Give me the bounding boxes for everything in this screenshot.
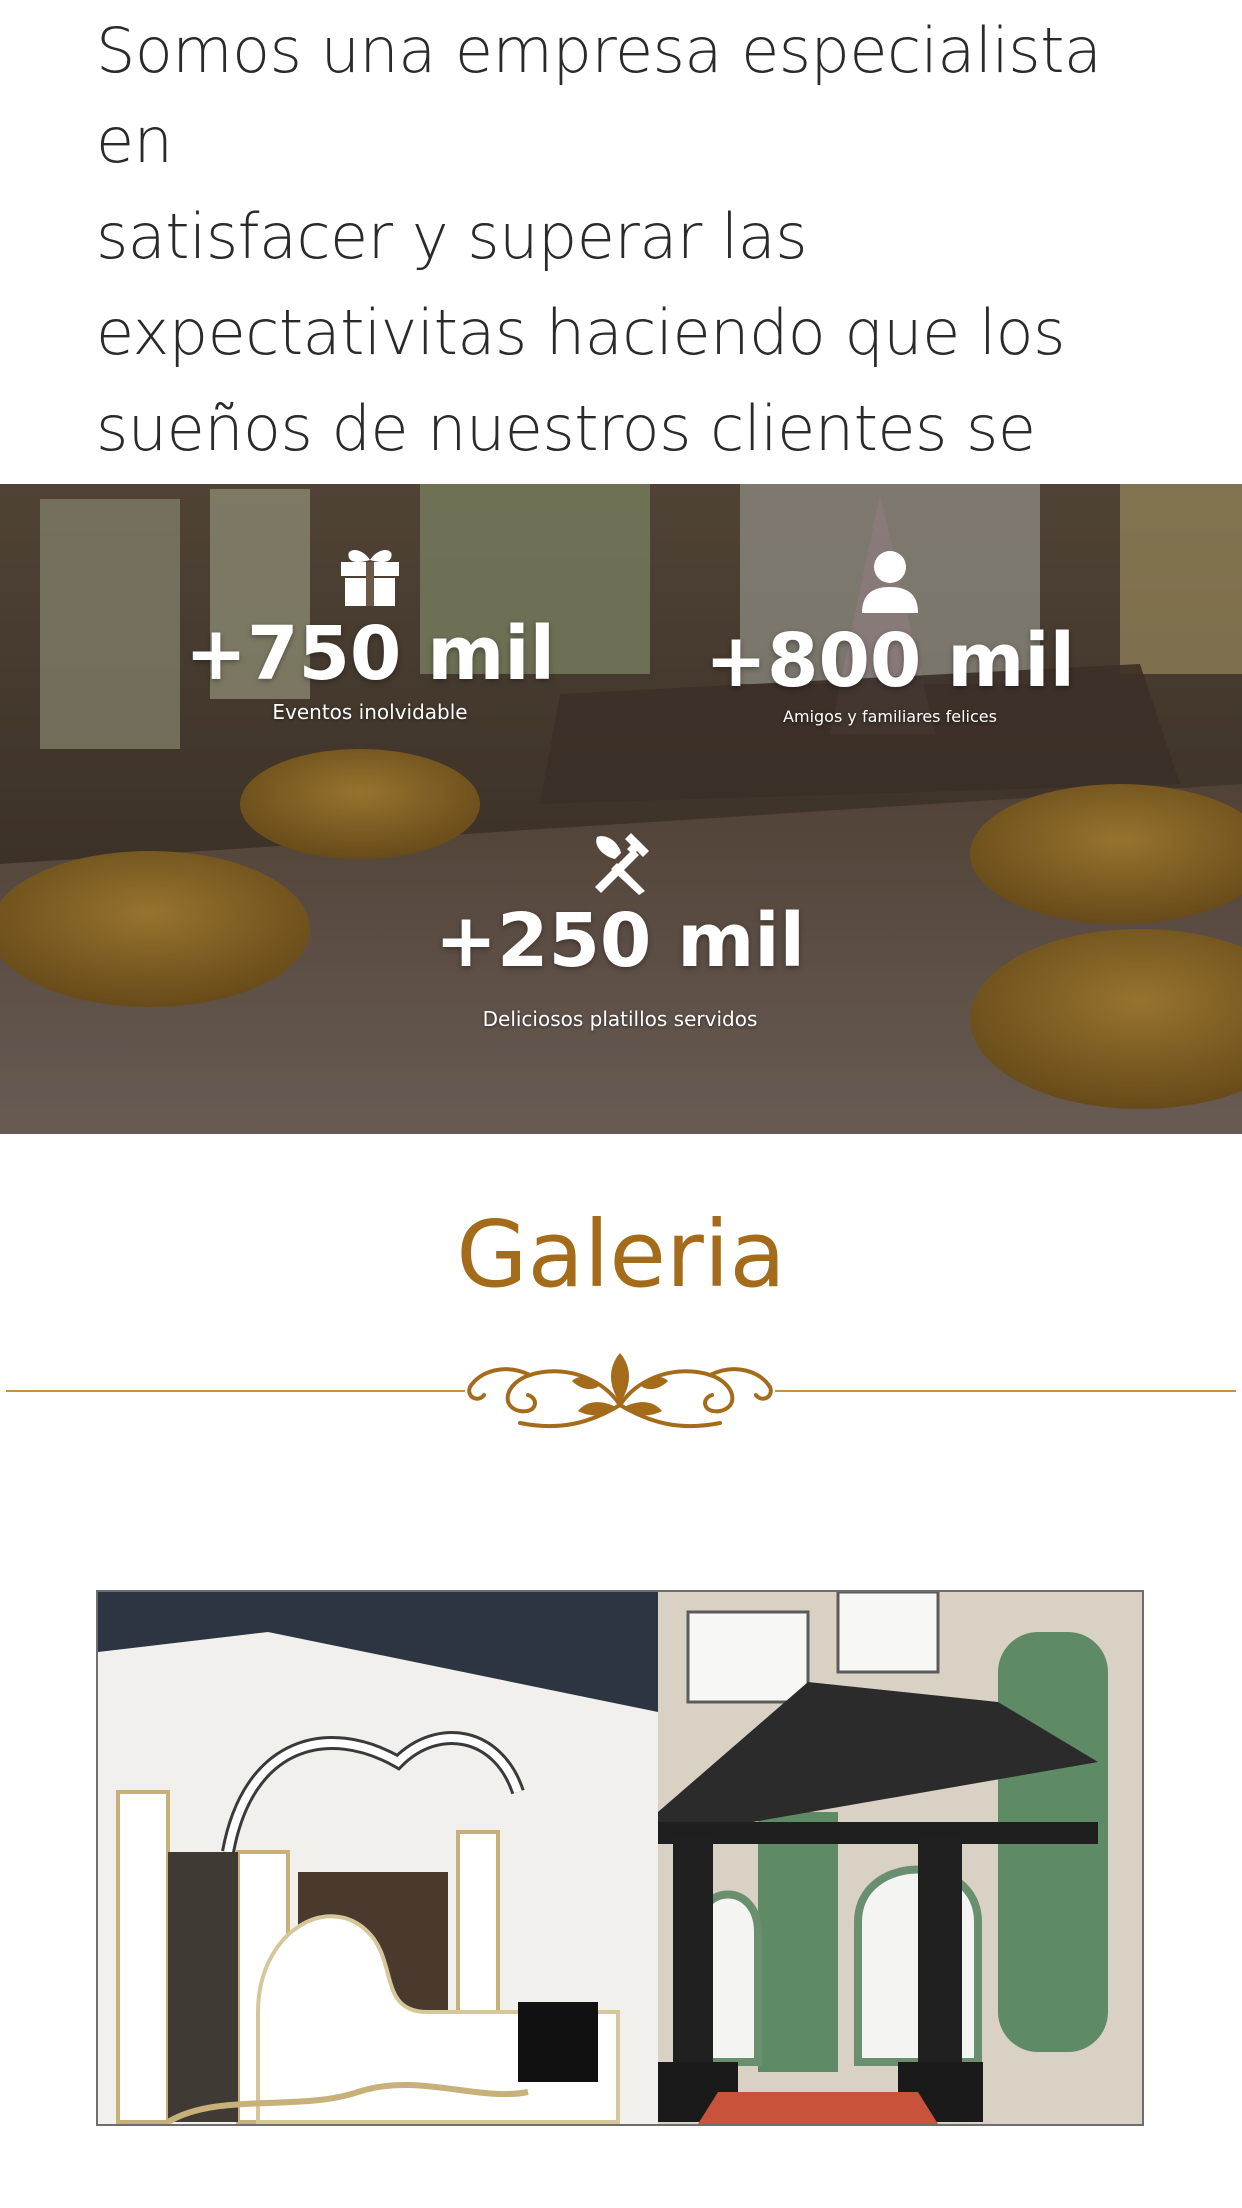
person-icon — [862, 551, 918, 613]
intro-line: satisfacer y superar las — [96, 200, 808, 273]
stat-label: Eventos inolvidable — [272, 700, 468, 724]
intro-text: Somos una empresa especialista en satisf… — [96, 0, 1176, 474]
ornament-divider — [6, 1353, 1236, 1429]
stats-banner: +750 mil Eventos inolvidable +800 mil Am… — [0, 484, 1242, 1134]
stat-events: +750 mil Eventos inolvidable — [170, 544, 570, 724]
stat-value: +250 mil — [434, 898, 806, 984]
stat-value: +750 mil — [184, 611, 556, 697]
intro-line: sueños de nuestros clientes se — [96, 392, 1036, 465]
stat-guests: +800 mil Amigos y familiares felices — [680, 549, 1100, 726]
gift-icon — [341, 550, 399, 606]
stat-dishes: +250 mil Deliciosos platillos servidos — [400, 829, 840, 1031]
stat-value: +800 mil — [704, 618, 1076, 704]
intro-line: Somos una empresa especialista en — [96, 14, 1102, 177]
utensils-icon — [595, 833, 649, 895]
intro-line: expectativitas haciendo que los — [96, 296, 1065, 369]
venue-entrance-image — [98, 1592, 1142, 2124]
gallery-photo[interactable] — [96, 1590, 1144, 2126]
stat-label: Deliciosos platillos servidos — [482, 1007, 758, 1031]
gallery-title: Galeria — [456, 1201, 786, 1308]
stat-label: Amigos y familiares felices — [783, 707, 997, 726]
